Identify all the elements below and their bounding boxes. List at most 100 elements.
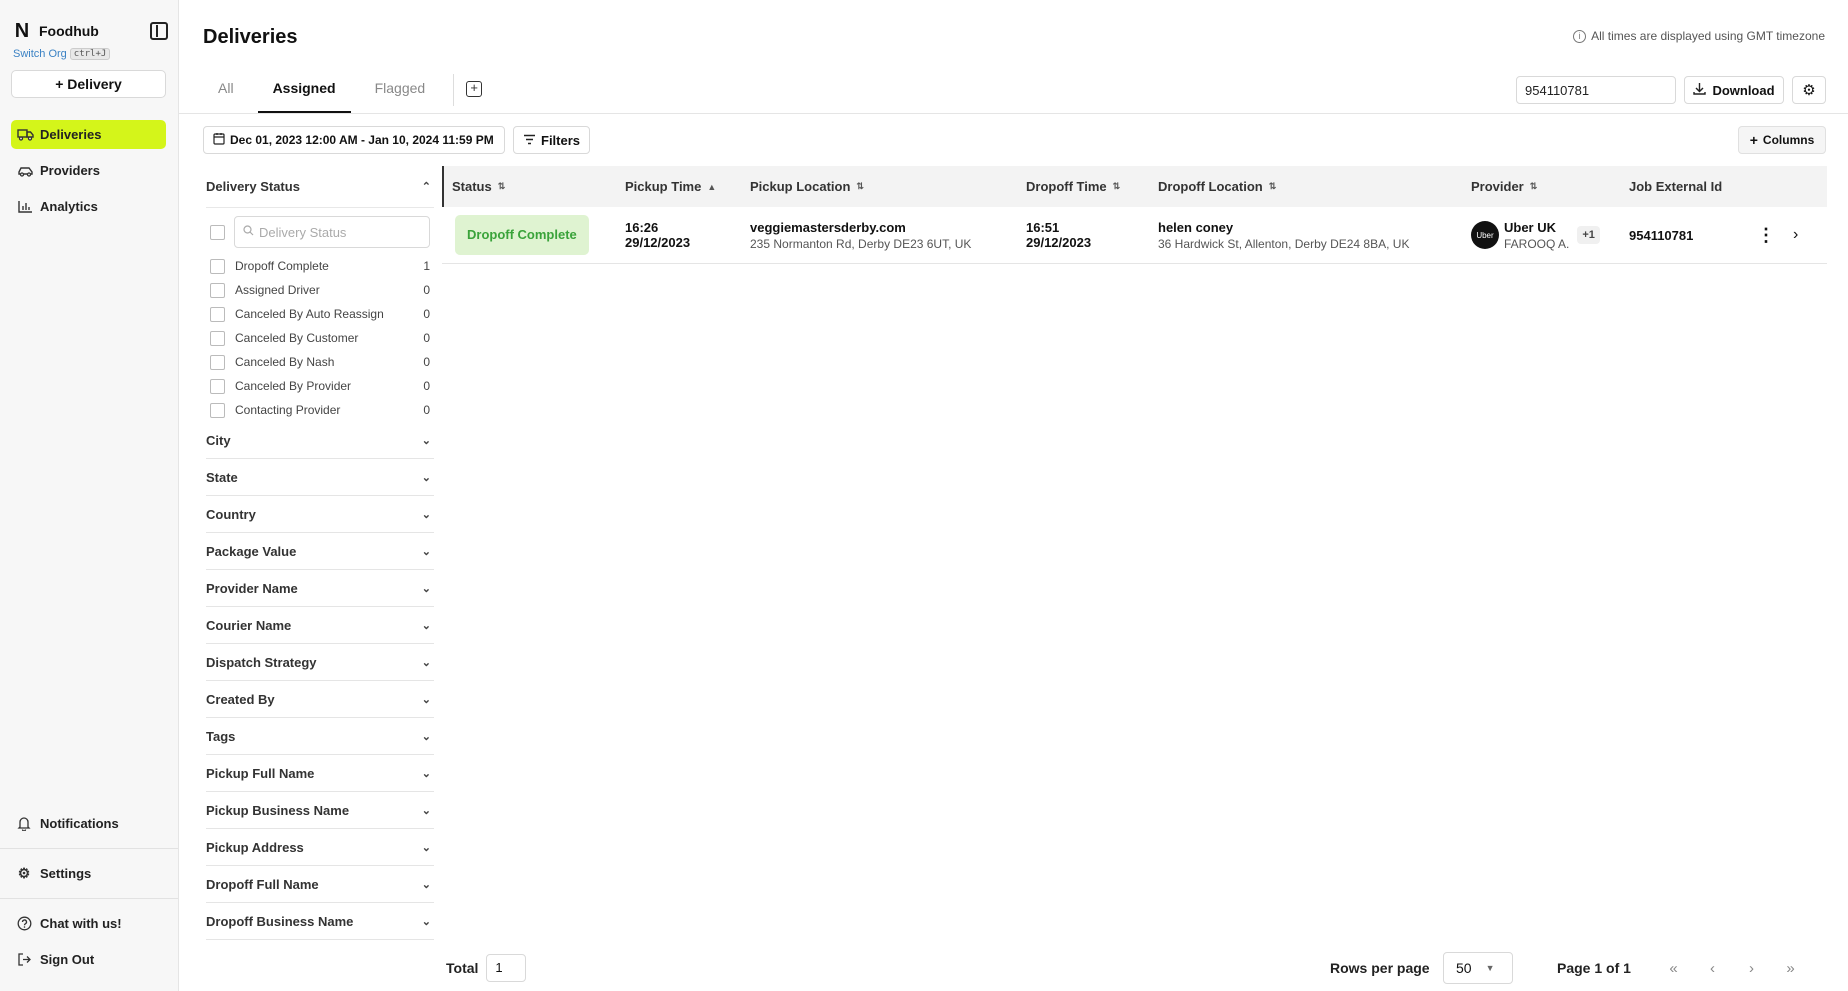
status-option[interactable]: Assigned Driver 0 <box>210 278 434 302</box>
column-title: Pickup Location <box>750 179 851 194</box>
collapse-sidebar-icon[interactable] <box>150 22 168 40</box>
switch-org-label[interactable]: Switch Org <box>13 48 67 60</box>
status-checkbox[interactable] <box>210 330 225 346</box>
sidebar-item-providers[interactable]: Providers <box>11 156 166 185</box>
delivery-status-options: Dropoff Complete 1 Assigned Driver 0 Cance… <box>206 254 434 422</box>
status-option[interactable]: Contacting Provider 0 <box>210 398 434 422</box>
filter-section-title: City <box>206 432 231 448</box>
pickup-name: veggiemastersderby.com <box>750 219 906 235</box>
filter-section-pickup-address[interactable]: Pickup Address ⌄ <box>206 829 434 866</box>
status-option-label: Canceled By Auto Reassign <box>235 307 384 321</box>
status-option[interactable]: Canceled By Customer 0 <box>210 326 434 350</box>
status-option[interactable]: Canceled By Provider 0 <box>210 374 434 398</box>
add-tab-icon[interactable]: + <box>466 81 483 97</box>
last-page-icon[interactable]: » <box>1771 960 1810 977</box>
new-delivery-button[interactable]: + Delivery <box>11 70 166 98</box>
column-header-pickup-time[interactable]: Pickup Time ▲ <box>617 166 742 207</box>
search-input[interactable] <box>1516 76 1676 104</box>
pickup-date: 29/12/2023 <box>625 235 691 250</box>
status-checkbox[interactable] <box>210 354 225 370</box>
status-option-count: 0 <box>423 283 430 297</box>
filter-section-country[interactable]: Country ⌄ <box>206 496 434 533</box>
filter-section-title: Courier Name <box>206 617 292 633</box>
status-option-count: 1 <box>423 259 430 273</box>
date-range-button[interactable]: Dec 01, 2023 12:00 AM - Jan 10, 2024 11:… <box>203 126 505 154</box>
filter-section-created-by[interactable]: Created By ⌄ <box>206 681 434 718</box>
chevron-down-icon: ⌄ <box>421 434 431 447</box>
dropoff-time-cell: 16:51 29/12/2023 <box>1018 220 1150 250</box>
filter-section-dispatch-strategy[interactable]: Dispatch Strategy ⌄ <box>206 644 434 681</box>
table-row[interactable]: Dropoff Complete 16:26 29/12/2023 veggie… <box>442 207 1827 264</box>
extra-providers-badge[interactable]: +1 <box>1577 226 1600 244</box>
status-option[interactable]: Dropoff Complete 1 <box>210 254 434 278</box>
sidebar-item-deliveries[interactable]: Deliveries <box>11 120 166 149</box>
filter-section-state[interactable]: State ⌄ <box>206 459 434 496</box>
table-settings-button[interactable]: ⚙ <box>1792 76 1826 104</box>
sidebar-item-label: Analytics <box>40 199 98 214</box>
column-header-provider[interactable]: Provider ⇅ <box>1463 166 1621 207</box>
table-header: Status ⇅ Pickup Time ▲ Pickup Location ⇅ Dr… <box>442 166 1827 207</box>
switch-org-shortcut: ctrl+J <box>69 48 111 60</box>
column-title: Provider <box>1471 179 1524 194</box>
select-all-checkbox[interactable] <box>210 224 225 240</box>
filter-section-city[interactable]: City ⌄ <box>206 422 434 459</box>
filter-section-tags[interactable]: Tags ⌄ <box>206 718 434 755</box>
filter-section-package-value[interactable]: Package Value ⌄ <box>206 533 434 570</box>
sidebar-item-label: Sign Out <box>40 951 95 967</box>
filter-section-dropoff-full-name[interactable]: Dropoff Full Name ⌄ <box>206 866 434 903</box>
columns-button[interactable]: + Columns <box>1738 126 1826 154</box>
tab-flagged[interactable]: Flagged <box>360 68 441 113</box>
status-option-count: 0 <box>423 331 430 345</box>
total-count: 1 <box>486 954 527 982</box>
status-option[interactable]: Canceled By Nash 0 <box>210 350 434 374</box>
sidebar-item-analytics[interactable]: Analytics <box>11 192 166 221</box>
chevron-down-icon: ⌄ <box>421 656 431 669</box>
column-header-dropoff-time[interactable]: Dropoff Time ⇅ <box>1018 166 1150 207</box>
filter-section-title: Pickup Address <box>206 839 304 855</box>
column-header-dropoff-location[interactable]: Dropoff Location ⇅ <box>1150 166 1463 207</box>
pickup-time: 16:26 <box>625 220 659 235</box>
brand: N Foodhub <box>0 0 178 42</box>
bar-chart-icon <box>16 200 34 214</box>
filter-section-pickup-business-name[interactable]: Pickup Business Name ⌄ <box>206 792 434 829</box>
status-checkbox[interactable] <box>210 402 225 418</box>
switch-org-link[interactable]: Switch Org ctrl+J <box>0 42 178 60</box>
chevron-right-icon[interactable]: › <box>1793 226 1798 244</box>
column-header-pickup-location[interactable]: Pickup Location ⇅ <box>742 166 1018 207</box>
main-content: Deliveries i All times are displayed usi… <box>179 0 1848 991</box>
sidebar-item-notifications[interactable]: Notifications <box>0 808 178 838</box>
sidebar-item-sign-out[interactable]: Sign Out <box>0 944 178 974</box>
filter-section-title: Tags <box>206 728 236 744</box>
filter-section-courier-name[interactable]: Courier Name ⌄ <box>206 607 434 644</box>
filters-button[interactable]: Filters <box>513 126 590 154</box>
status-option-count: 0 <box>423 355 430 369</box>
tab-all[interactable]: All <box>203 68 249 113</box>
filter-section-title: Country <box>206 506 256 522</box>
status-cell: Dropoff Complete <box>442 215 617 255</box>
delivery-status-search-input[interactable]: Delivery Status <box>234 216 430 248</box>
status-checkbox[interactable] <box>210 282 225 298</box>
first-page-icon[interactable]: « <box>1654 960 1693 977</box>
filter-section-dropoff-business-name[interactable]: Dropoff Business Name ⌄ <box>206 903 434 940</box>
tab-assigned[interactable]: Assigned <box>257 68 351 113</box>
search-icon <box>243 225 254 239</box>
status-option[interactable]: Canceled By Auto Reassign 0 <box>210 302 434 326</box>
filter-delivery-status-header[interactable]: Delivery Status ⌃ <box>206 166 434 208</box>
prev-page-icon[interactable]: ‹ <box>1693 960 1732 977</box>
more-options-icon[interactable]: ⋮ <box>1757 225 1775 246</box>
filter-section-provider-name[interactable]: Provider Name ⌄ <box>206 570 434 607</box>
rows-per-page-select[interactable]: 50 ▼ <box>1443 952 1513 984</box>
column-header-status[interactable]: Status ⇅ <box>444 166 617 207</box>
sidebar-item-chat[interactable]: Chat with us! <box>0 908 178 938</box>
provider-cell: Uber Uber UK FAROOQ A. +1 <box>1463 220 1621 251</box>
filter-section-pickup-full-name[interactable]: Pickup Full Name ⌄ <box>206 755 434 792</box>
calendar-icon <box>213 132 225 148</box>
sidebar-item-settings[interactable]: ⚙ Settings <box>0 858 178 888</box>
status-option-label: Dropoff Complete <box>235 259 329 273</box>
download-button[interactable]: Download <box>1684 76 1784 104</box>
status-checkbox[interactable] <box>210 306 225 322</box>
column-title: Pickup Time <box>625 179 702 194</box>
status-checkbox[interactable] <box>210 258 225 274</box>
status-checkbox[interactable] <box>210 378 225 394</box>
next-page-icon[interactable]: › <box>1732 960 1771 977</box>
